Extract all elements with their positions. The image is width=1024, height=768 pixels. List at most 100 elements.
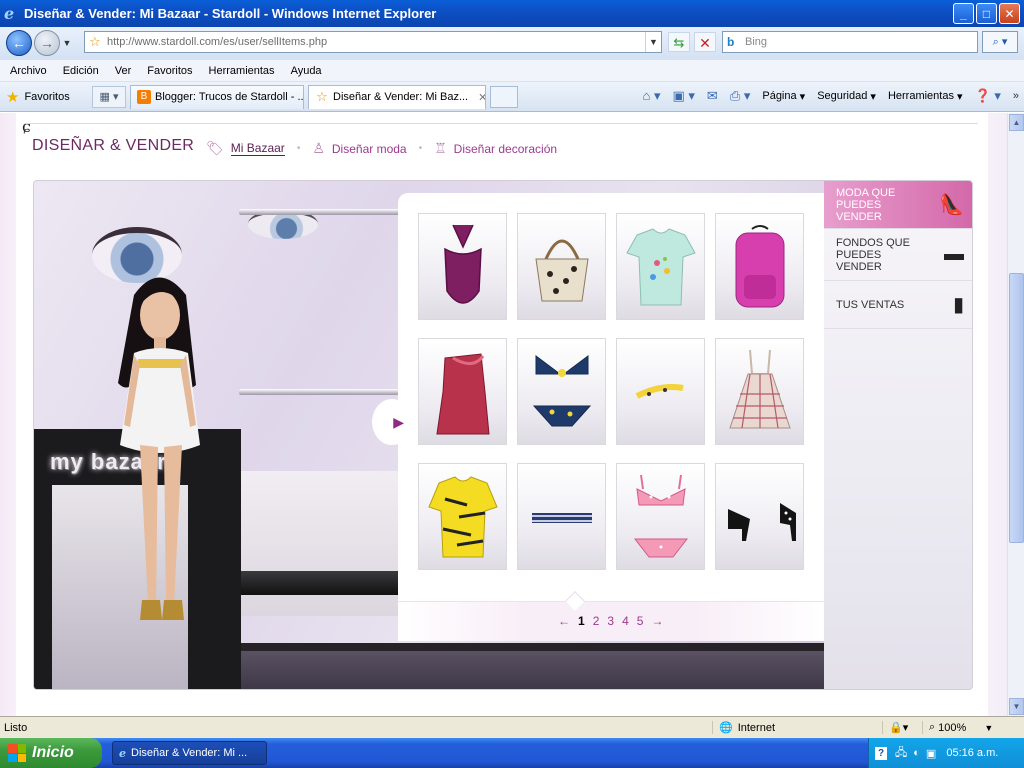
page-link-1[interactable]: 1 — [578, 614, 585, 628]
scroll-up-icon[interactable]: ▲ — [1009, 114, 1024, 131]
subnav-disenar-decoracion[interactable]: ♖ Diseñar decoración — [434, 140, 557, 157]
polka-bikini-icon — [633, 474, 688, 557]
item-tile[interactable] — [715, 213, 804, 320]
chevron-more-icon[interactable]: » — [1008, 90, 1024, 102]
back-button[interactable]: ← — [6, 30, 32, 56]
sell-side-menu: MODA QUE PUEDES VENDER 👠 FONDOS QUE PUED… — [824, 181, 972, 689]
refresh-button[interactable]: ⇆ — [668, 32, 690, 52]
page-title: DISEÑAR & VENDER — [32, 137, 195, 154]
clock[interactable]: 05:16 a.m. — [946, 747, 998, 759]
next-page-arrow-icon[interactable]: → — [651, 614, 663, 628]
zoom-dropdown-icon: ▼ — [984, 722, 994, 733]
command-bar: ⌂ ▾ ▣ ▾ ✉ ⎙ ▾ Página ▾ Seguridad ▾ Herra… — [637, 88, 1024, 104]
page-link-4[interactable]: 4 — [622, 614, 629, 628]
stop-button[interactable]: ✕ — [694, 32, 716, 52]
item-tile[interactable] — [517, 213, 606, 320]
item-tile[interactable] — [616, 213, 705, 320]
tab-stardoll[interactable]: ☆ Diseñar & Vender: Mi Baz... ✕ — [308, 84, 486, 109]
favicon-star-icon: ☆ — [89, 34, 101, 49]
doll-avatar[interactable] — [104, 265, 214, 655]
scroll-down-icon[interactable]: ▼ — [1009, 698, 1024, 715]
taskbar-window-ie[interactable]: e Diseñar & Vender: Mi ... — [112, 741, 267, 765]
tab-blogger[interactable]: B Blogger: Trucos de Stardoll - ... — [130, 84, 304, 109]
help-icon[interactable]: ❓ ▾ — [970, 88, 1006, 104]
tab-label: Diseñar & Vender: Mi Baz... — [333, 91, 469, 103]
prev-page-arrow-icon[interactable]: ← — [558, 614, 570, 628]
home-icon[interactable]: ⌂ ▾ — [637, 88, 665, 104]
item-tile[interactable] — [616, 463, 705, 570]
menu-pagina[interactable]: Página ▾ — [757, 90, 810, 103]
item-tile[interactable] — [715, 338, 804, 445]
item-tile[interactable] — [517, 338, 606, 445]
new-tab-button[interactable] — [490, 85, 518, 108]
start-button[interactable]: Inicio — [0, 738, 102, 768]
menu-archivo[interactable]: Archivo — [2, 65, 55, 77]
curl-ornament-icon: ɕ — [22, 117, 31, 136]
arrow-tray-icon[interactable]: ◐ — [913, 747, 920, 759]
zoom-control[interactable]: ⌕ 100% ▼ — [922, 721, 993, 734]
item-tile[interactable] — [715, 463, 804, 570]
quick-tabs-button[interactable]: ▦ ▾ — [92, 85, 126, 108]
favorites-button[interactable]: ★ Favoritos — [0, 88, 90, 106]
help-tray-icon[interactable]: ? — [875, 746, 887, 760]
subnav-mi-bazaar[interactable]: 🏷 Mi Bazaar — [206, 140, 285, 157]
bikini-icon — [532, 354, 591, 426]
minimize-button[interactable]: _ — [953, 3, 974, 24]
heels-icon — [727, 502, 796, 541]
item-tile[interactable] — [517, 463, 606, 570]
monitor-tray-icon[interactable]: ▣ — [926, 747, 936, 760]
print-icon[interactable]: ⎙ ▾ — [725, 88, 756, 104]
mail-icon[interactable]: ✉ — [702, 88, 723, 104]
protected-mode-icon[interactable]: 🔒▾ — [882, 721, 922, 734]
vertical-scrollbar[interactable]: ▲ ▼ — [1007, 113, 1024, 716]
page-viewport: ɕ DISEÑAR & VENDER 🏷 Mi Bazaar • ♙ Diseñ… — [0, 113, 1007, 716]
close-button[interactable]: ✕ — [999, 3, 1020, 24]
item-tile[interactable] — [418, 463, 507, 570]
close-tab-icon[interactable]: ✕ — [478, 91, 485, 104]
search-button[interactable]: ⌕ ▾ — [982, 31, 1018, 53]
menu-ayuda[interactable]: Ayuda — [283, 65, 330, 77]
menu-favoritos[interactable]: Favoritos — [139, 65, 200, 77]
menu-edicion[interactable]: Edición — [55, 65, 107, 77]
globe-icon: 🌐 — [719, 722, 733, 734]
menu-ver[interactable]: Ver — [107, 65, 140, 77]
page-link-2[interactable]: 2 — [593, 614, 600, 628]
subnav-label: Diseñar decoración — [453, 141, 558, 156]
feeds-icon[interactable]: ▣ ▾ — [667, 88, 699, 104]
security-zone: 🌐 Internet — [712, 721, 882, 734]
blogger-icon: B — [137, 90, 151, 104]
side-item-label: FONDOS QUE PUEDES VENDER — [836, 236, 910, 273]
mannequin-icon: ♙ — [312, 140, 325, 156]
menu-seguridad[interactable]: Seguridad ▾ — [812, 90, 881, 103]
network-icon[interactable]: 🖧 — [895, 744, 907, 763]
side-item-fondos[interactable]: FONDOS QUE PUEDES VENDER ▬ — [824, 229, 972, 281]
item-tile[interactable] — [418, 213, 507, 320]
menu-herramientas[interactable]: Herramientas — [201, 65, 283, 77]
bazaar-stage: my bazaar ← 1 2 3 4 5 → ▶ MODA QUE PUEDE… — [33, 180, 973, 690]
window-titlebar[interactable]: e Diseñar & Vender: Mi Bazaar - Stardoll… — [0, 0, 1024, 27]
side-item-ventas[interactable]: TUS VENTAS ▮ — [824, 281, 972, 329]
forward-button[interactable]: → — [34, 30, 60, 56]
backpack-icon — [735, 224, 784, 307]
page-link-3[interactable]: 3 — [607, 614, 614, 628]
ruffle-top-icon — [435, 352, 490, 434]
item-tile[interactable] — [616, 338, 705, 445]
side-item-moda[interactable]: MODA QUE PUEDES VENDER 👠 — [824, 181, 972, 229]
menu-herramientas-cmd[interactable]: Herramientas ▾ — [883, 90, 968, 103]
history-dropdown-icon[interactable]: ▼ — [60, 30, 74, 56]
url-dropdown-icon[interactable]: ▼ — [645, 32, 661, 52]
sofa-icon: ▬ — [944, 243, 964, 265]
url-text: http://www.stardoll.com/es/user/sellItem… — [107, 36, 328, 48]
item-tile[interactable] — [418, 338, 507, 445]
scroll-thumb[interactable] — [1009, 273, 1024, 543]
url-input[interactable]: ☆ http://www.stardoll.com/es/user/sellIt… — [84, 31, 662, 53]
maximize-button[interactable]: □ — [976, 3, 997, 24]
page-link-5[interactable]: 5 — [637, 614, 644, 628]
search-input[interactable]: b Bing — [722, 31, 978, 53]
menu-bar: Archivo Edición Ver Favoritos Herramient… — [0, 60, 1024, 82]
items-panel: ← 1 2 3 4 5 → — [398, 193, 824, 641]
side-item-label: MODA QUE PUEDES VENDER — [836, 186, 896, 223]
panel-toggle-button[interactable]: ▶ — [372, 399, 412, 445]
subnav-disenar-moda[interactable]: ♙ Diseñar moda — [312, 140, 406, 157]
system-tray: ? 🖧 ◐ ▣ 05:16 a.m. — [868, 738, 1024, 768]
